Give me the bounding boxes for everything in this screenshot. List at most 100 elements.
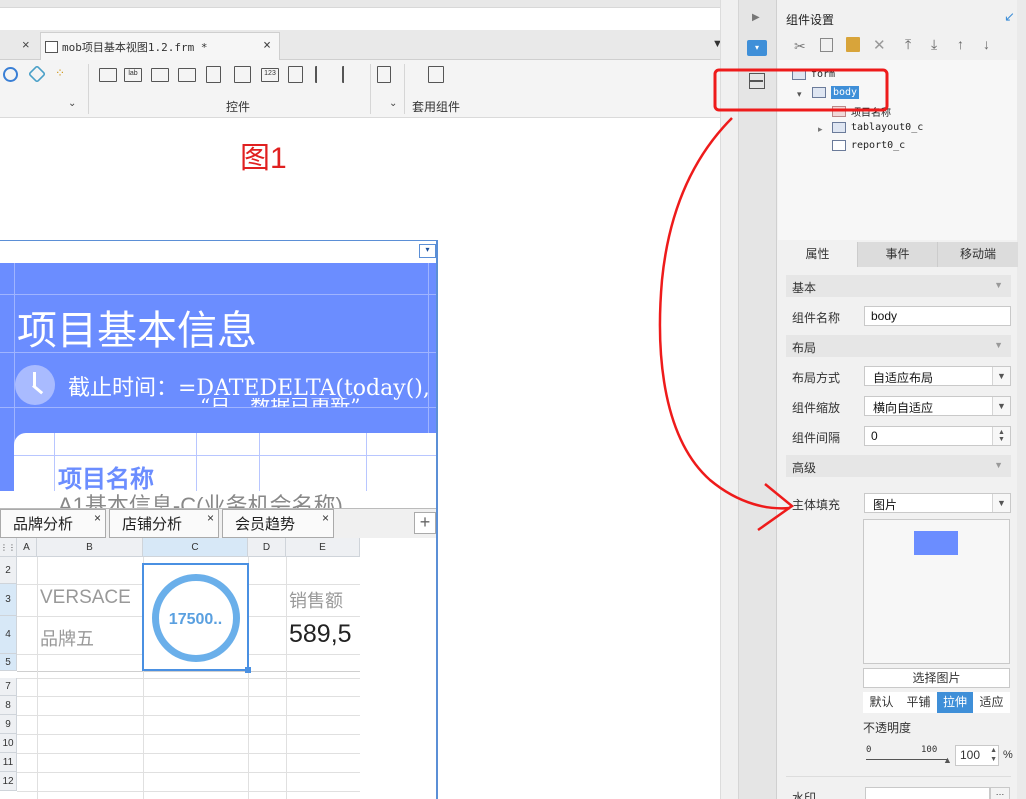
opacity-slider-thumb[interactable]: ▲ <box>943 755 952 765</box>
sheet-tab-members[interactable]: 会员趋势 × <box>222 509 334 538</box>
search-widget-icon[interactable] <box>377 66 391 83</box>
button-widget-icon[interactable] <box>99 68 117 82</box>
image-mode-default[interactable]: 默认 <box>863 692 900 713</box>
grid-corner[interactable]: ⋮⋮ <box>0 538 17 557</box>
cut-icon[interactable]: ✂ <box>794 38 806 55</box>
column-header-selected[interactable]: C <box>143 538 248 557</box>
slider-max-label: 100 <box>921 745 938 755</box>
selection-handle[interactable] <box>245 667 251 673</box>
row-header[interactable]: 11 <box>0 753 17 772</box>
tab-mobile[interactable]: 移动端 <box>938 242 1018 267</box>
highlight-box <box>713 68 889 112</box>
row-header-selected[interactable]: 4 <box>0 616 17 654</box>
column-header[interactable]: A <box>17 538 37 557</box>
sheet-tab-close-button[interactable]: × <box>94 511 101 525</box>
document-tab-title: mob项目基本视图1.2.frm * <box>62 40 208 54</box>
section-collapse-icon[interactable]: ▼ <box>994 280 1003 290</box>
choose-image-button[interactable]: 选择图片 <box>863 668 1010 688</box>
toolbar-separator <box>404 64 405 114</box>
panel-scrollbar[interactable] <box>1017 0 1026 799</box>
cell-e3[interactable]: 销售额 <box>289 587 343 613</box>
clock-icon <box>15 365 55 405</box>
combo-widget-icon[interactable] <box>206 66 221 83</box>
row-header[interactable]: 8 <box>0 696 17 715</box>
gauge-value: 17500.. <box>168 611 223 628</box>
opacity-slider-track[interactable] <box>866 759 948 760</box>
document-tab[interactable]: mob项目基本视图1.2.frm * × <box>40 32 280 60</box>
date-widget-icon[interactable] <box>234 66 251 83</box>
slider-min-label: 0 <box>866 745 872 755</box>
sheet-tab-store[interactable]: 店铺分析 × <box>109 509 219 538</box>
gauge-widget-icon[interactable] <box>3 67 18 82</box>
number-widget-icon[interactable]: 123 <box>261 68 279 82</box>
watermark-input[interactable] <box>865 787 990 799</box>
checkbox-group-widget-icon[interactable] <box>342 66 358 83</box>
report-widget-menu-icon[interactable]: ▾ <box>419 244 436 258</box>
chevron-down-icon[interactable]: ▼ <box>992 367 1010 385</box>
percent-label: % <box>1003 749 1013 761</box>
card-gridline <box>14 455 436 456</box>
watermark-more-button[interactable]: … <box>990 787 1010 799</box>
move-down-icon[interactable]: ↓ <box>983 36 990 52</box>
sheet-tab-close-button[interactable]: × <box>322 511 329 525</box>
grid-line <box>17 772 360 773</box>
opacity-label: 不透明度 <box>863 721 912 735</box>
widgets-group-expand-icon[interactable]: ⌄ <box>389 98 397 109</box>
prev-tab-close-button[interactable]: × <box>22 37 30 52</box>
label-widget-icon[interactable]: lab <box>124 68 142 82</box>
sheet-tab-close-button[interactable]: × <box>207 511 214 525</box>
sheet-tab-label: 店铺分析 <box>122 516 183 533</box>
image-mode-fit[interactable]: 适应 <box>973 692 1010 713</box>
image-mode-tile[interactable]: 平铺 <box>900 692 937 713</box>
move-bottom-icon[interactable]: ⤓ <box>931 36 937 53</box>
template-widget-icon[interactable] <box>428 66 444 83</box>
row-header[interactable]: 10 <box>0 734 17 753</box>
chevron-down-icon[interactable]: ▼ <box>992 494 1010 512</box>
row-header-selected[interactable]: 3 <box>0 584 17 616</box>
row-header[interactable]: 2 <box>0 557 17 584</box>
document-tab-close-button[interactable]: × <box>263 38 271 53</box>
cell-b4[interactable]: 品牌五 <box>40 625 94 651</box>
delete-icon[interactable]: ✕ <box>873 36 886 54</box>
column-header[interactable]: D <box>248 538 286 557</box>
chart-group-expand-icon[interactable]: ⌄ <box>68 98 76 109</box>
column-header[interactable]: B <box>37 538 143 557</box>
row-header[interactable]: 7 <box>0 678 17 696</box>
stepper-arrows-icon[interactable]: ▲ ▼ <box>990 746 997 764</box>
chevron-down-icon[interactable]: ▼ <box>992 397 1010 415</box>
row-header[interactable]: 12 <box>0 772 17 791</box>
stepper-value: 100 <box>960 748 981 762</box>
column-header[interactable]: E <box>286 538 360 557</box>
scatter-widget-icon[interactable]: ⁘ <box>55 66 71 82</box>
opacity-stepper[interactable]: 100 ▲ ▼ <box>955 745 999 766</box>
collapse-panel-icon[interactable]: ▶ <box>752 12 760 23</box>
textarea-widget-icon[interactable] <box>288 66 303 83</box>
text-field-widget-icon[interactable] <box>151 68 169 82</box>
section-collapse-icon[interactable]: ▼ <box>994 460 1003 470</box>
panel-title: 组件设置 <box>786 13 835 27</box>
section-collapse-icon[interactable]: ▼ <box>994 340 1003 350</box>
stepper-arrows-icon[interactable]: ▲ ▼ <box>992 427 1010 445</box>
red-annotation-overlay <box>658 68 889 532</box>
copy-icon[interactable] <box>820 38 833 52</box>
image-mode-stretch-active[interactable]: 拉伸 <box>937 692 973 713</box>
component-settings-icon[interactable]: ▾ <box>747 40 767 56</box>
fill-image-preview <box>863 519 1010 664</box>
sheet-tab-brand[interactable]: 品牌分析 × <box>0 509 106 538</box>
gauge-cell-selected[interactable]: 17500.. <box>142 563 251 673</box>
item-name-header: 项目名称 <box>58 466 154 493</box>
row-header[interactable]: 9 <box>0 715 17 734</box>
paste-icon[interactable] <box>846 37 860 52</box>
document-icon <box>45 40 58 53</box>
grid-line <box>17 734 360 735</box>
dropdown-widget-icon[interactable] <box>178 68 196 82</box>
band-gridline <box>0 294 436 295</box>
expand-panel-icon[interactable]: ↙ <box>1004 9 1015 25</box>
cell-b3[interactable]: VERSACE <box>40 587 131 609</box>
add-sheet-button[interactable]: + <box>414 512 436 534</box>
move-up-icon[interactable]: ↑ <box>957 36 964 52</box>
row-header-selected[interactable]: 5 <box>0 654 17 671</box>
radio-group-widget-icon[interactable] <box>315 66 331 83</box>
move-top-icon[interactable]: ⤒ <box>905 36 911 53</box>
cell-e4[interactable]: 589,5 <box>289 620 360 649</box>
